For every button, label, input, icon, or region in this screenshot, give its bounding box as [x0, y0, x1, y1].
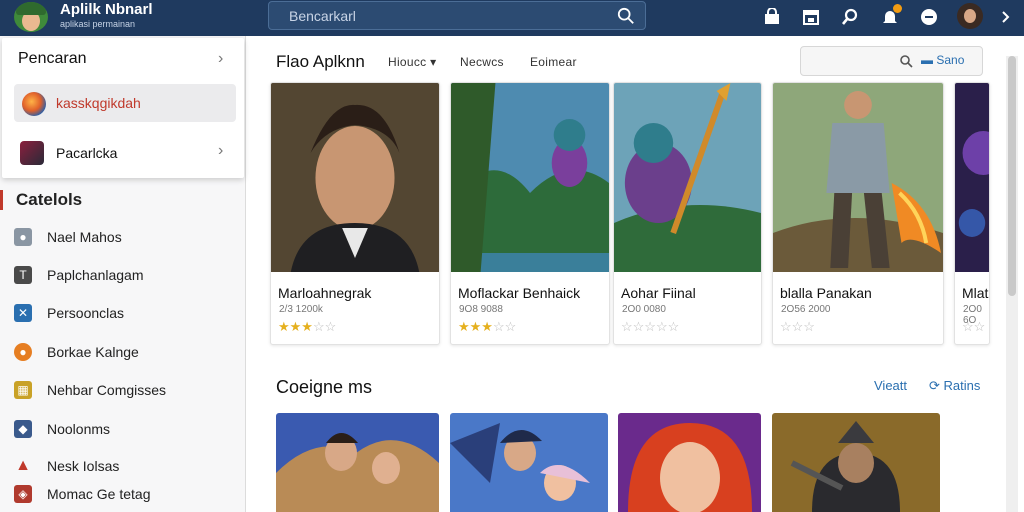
search-submit-label: Sano [936, 53, 965, 67]
game-image [772, 413, 940, 512]
category-item[interactable]: ▦ Nehbar Comgisses [0, 376, 240, 404]
store-icon[interactable] [762, 7, 782, 27]
app-card[interactable]: Mlat 2O0 6O ☆☆ [954, 82, 990, 345]
filter-tab[interactable]: Eoimear [530, 55, 577, 69]
filter-dropdown[interactable]: Hioucc ▾ [388, 55, 436, 69]
app-meta: 2/3 1200k [279, 304, 323, 315]
app-icon [22, 92, 46, 116]
calendar-icon[interactable] [801, 7, 821, 27]
user-icon: ● [14, 228, 32, 246]
rating-stars: ★★★☆☆ [458, 319, 517, 334]
avatar[interactable] [957, 3, 983, 29]
category-label: Nesk Iolsas [47, 458, 120, 474]
category-label: Nehbar Comgisses [47, 382, 167, 398]
app-image [451, 83, 609, 272]
app-title: Marloahnegrak [278, 285, 372, 301]
game-image [450, 413, 608, 512]
app-meta: 2O56 2000 [781, 304, 831, 315]
dropdown-item-label: kasskqgikdah [56, 95, 141, 111]
scrollbar[interactable] [1006, 56, 1018, 512]
category-item[interactable]: T Paplchanlagam [0, 261, 240, 289]
categories-title: Catelols [0, 190, 83, 210]
game-image [276, 413, 439, 512]
dropdown-item-active[interactable]: kasskqgikdah [14, 84, 236, 122]
game-tile[interactable] [618, 413, 761, 512]
x-icon: ✕ [14, 304, 32, 322]
game-tile[interactable] [772, 413, 940, 512]
account-circle-icon[interactable] [919, 7, 939, 27]
dropdown-menu: Pencaran › kasskqgikdah Pacarlcka › [2, 38, 244, 178]
search-input[interactable] [269, 2, 609, 29]
app-icon [20, 141, 44, 165]
notification-badge [893, 4, 902, 13]
brand-title: Aplilk Nbnarl [60, 1, 153, 18]
category-item[interactable]: ● Borkae Kalnge [0, 338, 240, 366]
view-all-link[interactable]: Vieatt [874, 378, 907, 393]
app-card[interactable]: Marloahnegrak 2/3 1200k ★★★☆☆ [270, 82, 440, 345]
notification-icon[interactable] [880, 4, 902, 27]
more-link-label: Ratins [943, 378, 981, 393]
category-label: Noolonms [47, 421, 111, 437]
game-tile[interactable] [450, 413, 608, 512]
app-card[interactable]: Moflackar Benhaick 9O8 9088 ★★★☆☆ [450, 82, 610, 345]
app-image [955, 83, 989, 272]
category-label: Persoonclas [47, 305, 125, 321]
category-item[interactable]: ✕ Persoonclas [0, 299, 240, 327]
search-icon[interactable] [840, 7, 860, 27]
brand-subtitle: aplikasi permainan [60, 19, 136, 29]
more-link[interactable]: ⟳ Ratins [929, 378, 980, 394]
app-image [773, 83, 943, 272]
grid-icon: ▦ [14, 381, 32, 399]
rating-stars: ☆☆ [962, 319, 986, 334]
category-label: Nael Mahos [47, 229, 122, 245]
scroll-thumb[interactable] [1008, 56, 1016, 296]
section-search[interactable]: ▬ Sano [800, 46, 983, 76]
top-bar: Aplilk Nbnarl aplikasi permainan [0, 0, 1024, 36]
rating-stars: ☆☆☆☆☆ [621, 319, 680, 334]
global-search [268, 1, 646, 30]
section-title: Coeigne ms [276, 377, 373, 397]
featured-title: Flao Aplknn [276, 52, 365, 71]
app-title: Aohar Fiinal [621, 285, 696, 301]
arrow-up-icon: ▲ [15, 457, 31, 474]
category-label: Paplchanlagam [47, 267, 144, 283]
tag-icon: ◈ [14, 485, 32, 503]
app-logo[interactable] [14, 2, 48, 32]
category-label: Momac Ge tetag [47, 486, 151, 502]
rating-stars: ★★★☆☆ [278, 319, 337, 334]
circle-icon: ● [14, 343, 32, 361]
app-title: Moflackar Benhaick [458, 285, 581, 301]
app-image [271, 83, 439, 272]
chevron-right-icon[interactable]: › [218, 50, 223, 68]
rating-stars: ☆☆☆ [780, 319, 815, 334]
chevron-right-icon[interactable]: › [218, 142, 223, 160]
category-item[interactable]: ◈ Momac Ge tetag [0, 480, 240, 508]
filter-tab[interactable]: Necwcs [460, 55, 504, 69]
category-item[interactable]: ● Nael Mahos [0, 223, 240, 251]
search-submit-button[interactable]: ▬ Sano [921, 53, 964, 67]
dropdown-item-label[interactable]: Pacarlcka [56, 145, 117, 161]
t-icon: T [14, 266, 32, 284]
app-title: Mlat [962, 285, 989, 301]
search-icon[interactable] [617, 7, 635, 25]
app-card[interactable]: blalla Panakan 2O56 2000 ☆☆☆ [772, 82, 944, 345]
app-card[interactable]: Aohar Fiinal 2O0 0080 ☆☆☆☆☆ [613, 82, 762, 345]
filter-label: Hioucc [388, 55, 427, 69]
app-image [614, 83, 761, 272]
chevron-right-icon[interactable] [996, 7, 1016, 27]
app-title: blalla Panakan [780, 285, 872, 301]
game-image [618, 413, 761, 512]
game-tile[interactable] [276, 413, 439, 512]
refresh-icon: ⟳ [929, 378, 940, 393]
search-icon [900, 55, 913, 68]
puzzle-icon: ◆ [14, 420, 32, 438]
category-label: Borkae Kalnge [47, 344, 139, 360]
category-item[interactable]: ◆ Noolonms [0, 415, 240, 443]
dropdown-header[interactable]: Pencaran [18, 50, 87, 68]
app-meta: 9O8 9088 [459, 304, 503, 315]
app-meta: 2O0 0080 [622, 304, 666, 315]
category-item[interactable]: ▲ Nesk Iolsas [0, 452, 240, 480]
